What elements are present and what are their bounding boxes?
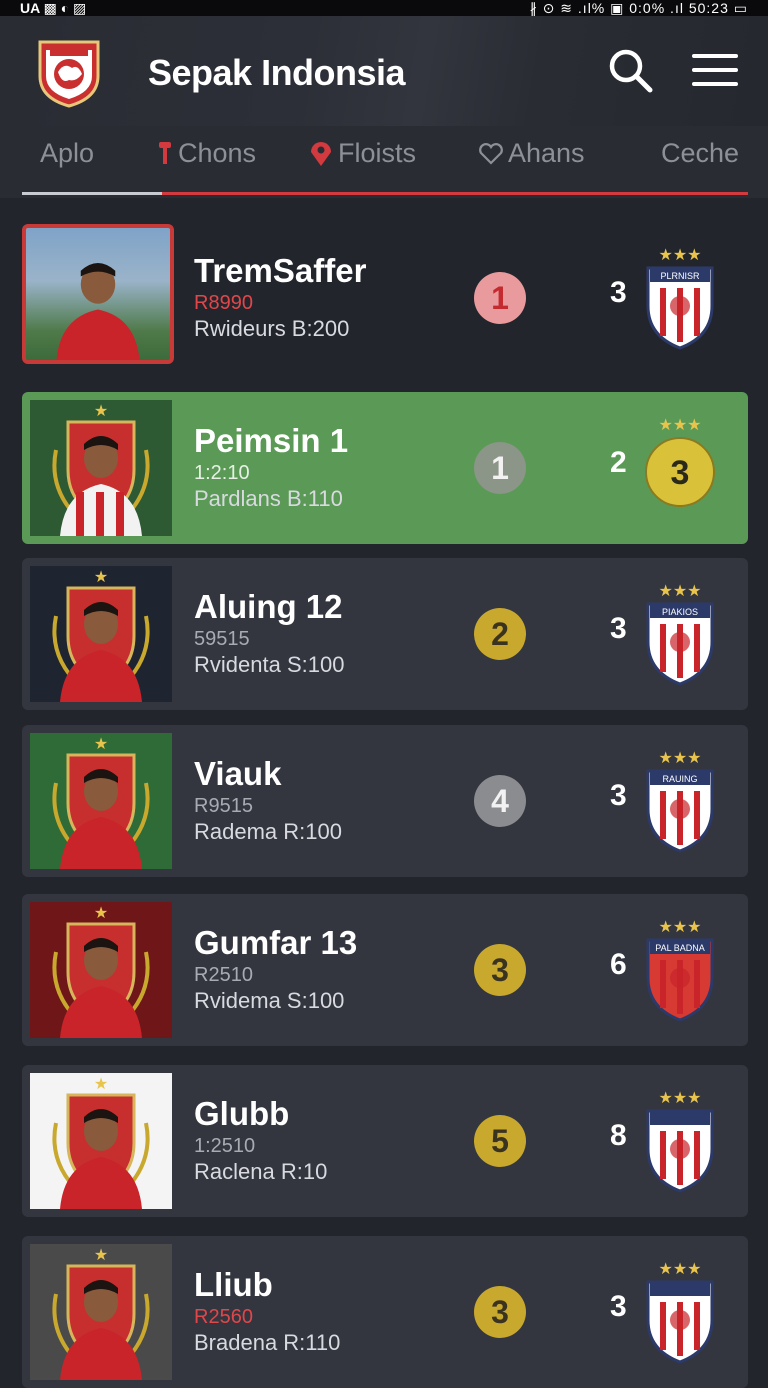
tab-ahans[interactable]: Ahans [478, 138, 585, 169]
player-stats: Rvidema S:100 [194, 988, 345, 1013]
player-code: R8990 [194, 292, 253, 314]
crest-label: RAUING [662, 774, 697, 784]
crest-stars: ★★★ [658, 1261, 701, 1278]
svg-text:★: ★ [94, 569, 108, 586]
crest-label: PLRNISR [660, 271, 700, 281]
player-avatar: ★ [30, 1073, 172, 1209]
player-name: Peimsin 1 [194, 422, 349, 459]
rank-badge: 3 [474, 1286, 526, 1338]
crest-stars: ★★★ [658, 583, 701, 600]
rank-badge: 4 [474, 775, 526, 827]
team-crest-icon: ★★★ RAUING [642, 747, 718, 857]
location-icon [311, 141, 331, 166]
crest-stars: ★★★ [658, 247, 701, 264]
player-row[interactable]: ★ Viauk R9515 Radema R:100 4 3 ★★★ RAUIN… [22, 725, 748, 877]
club-logo-icon [38, 40, 100, 108]
tab-floists[interactable]: Floists [308, 138, 416, 169]
crest-label: PAL BADNA [655, 943, 705, 953]
tab-bar: Aplo Chons Floists Ahans Ceche [0, 126, 768, 198]
tab-label: Ceche [661, 138, 740, 168]
tab-label: Ahans [508, 138, 585, 168]
tab-ceche[interactable]: Ceche [661, 138, 739, 169]
player-code: 59515 [194, 628, 250, 650]
rank-badge: 3 [474, 944, 526, 996]
rank-badge: 5 [474, 1115, 526, 1167]
crest-stars: ★★★ [658, 417, 701, 434]
player-stats: Radema R:100 [194, 819, 342, 844]
hamburger-menu-icon[interactable] [690, 50, 740, 90]
player-name: Glubb [194, 1095, 290, 1132]
player-code: R9515 [194, 795, 253, 817]
player-avatar: ★ [30, 733, 172, 869]
rank-badge: 1 [474, 442, 526, 494]
tab-aplo[interactable]: Aplo [40, 138, 94, 169]
crest-number: 3 [671, 454, 690, 492]
player-stats: Rwideurs B:200 [194, 316, 350, 341]
svg-text:★: ★ [94, 403, 108, 420]
status-bar: UA ▩ ◐ ▨ ∦ ⊙ ≋ .ıl% ▣ 0:0% .ıl 50:23 ▭ [0, 0, 768, 16]
team-crest-icon: ★★★ PIAKIOS [642, 580, 718, 690]
team-crest-icon: ★★★ [642, 1087, 718, 1197]
player-avatar [22, 224, 174, 364]
svg-text:★: ★ [94, 905, 108, 922]
app-header: Sepak Indonsia [0, 16, 768, 126]
player-points: 3 [610, 779, 627, 812]
team-crest-icon: ★★★ 3 [642, 414, 718, 524]
app-title: Sepak Indonsia [148, 52, 406, 93]
player-code: 1:2510 [194, 1135, 256, 1157]
player-points: 3 [610, 612, 627, 645]
player-avatar: ★ [30, 1244, 172, 1380]
player-points: 8 [610, 1119, 627, 1152]
player-name: TremSaffer [194, 252, 367, 289]
player-name: Viauk [194, 755, 282, 792]
player-avatar: ★ [30, 566, 172, 702]
player-stats: Raclena R:10 [194, 1159, 328, 1184]
player-row[interactable]: ★ Glubb 1:2510 Raclena R:10 5 8 ★★★ [22, 1065, 748, 1217]
tab-label: Chons [178, 138, 257, 168]
crest-label: PIAKIOS [662, 607, 698, 617]
player-code: 1:2:10 [194, 462, 250, 484]
crest-stars: ★★★ [658, 1090, 701, 1107]
player-name: Gumfar 13 [194, 924, 358, 961]
heart-icon [479, 142, 503, 165]
player-points: 6 [610, 948, 627, 981]
crest-stars: ★★★ [658, 919, 701, 936]
player-row[interactable]: TremSaffer R8990 Rwideurs B:200 1 3 ★★★ … [22, 222, 748, 374]
player-avatar: ★ [30, 902, 172, 1038]
tab-label: Floists [338, 138, 417, 168]
search-icon[interactable] [606, 46, 654, 94]
team-crest-icon: ★★★ PLRNISR [642, 244, 718, 354]
crest-stars: ★★★ [658, 750, 701, 767]
player-row[interactable]: ★ Aluing 12 59515 Rvidenta S:100 2 3 ★★★ [22, 558, 748, 710]
team-crest-icon: ★★★ PAL BADNA [642, 916, 718, 1026]
status-right: ∦ ⊙ ≋ .ıl% ▣ 0:0% .ıl 50:23 ▭ [529, 0, 748, 16]
player-code: R2560 [194, 1306, 253, 1328]
player-code: R2510 [194, 964, 253, 986]
rank-badge: 2 [474, 608, 526, 660]
tab-label: Aplo [40, 138, 95, 168]
player-row[interactable]: ★ Lliub R2560 Bradena R:110 3 3 ★★★ [22, 1236, 748, 1388]
player-points: 3 [610, 1290, 627, 1323]
player-row[interactable]: ★ Peimsin 1 1:2:10 Pardlans B:110 1 2 ★★… [22, 392, 748, 544]
rank-badge: 1 [474, 272, 526, 324]
player-stats: Rvidenta S:100 [194, 652, 345, 677]
player-name: Lliub [194, 1266, 273, 1303]
tab-active-indicator [22, 192, 162, 195]
svg-text:★: ★ [94, 1247, 108, 1264]
player-points: 2 [610, 446, 627, 479]
player-row[interactable]: ★ Gumfar 13 R2510 Rvidema S:100 3 6 ★★★ [22, 894, 748, 1046]
player-avatar: ★ [30, 400, 172, 536]
player-stats: Bradena R:110 [194, 1330, 341, 1355]
pin-icon [159, 141, 171, 164]
player-name: Aluing 12 [194, 588, 343, 625]
tab-chons[interactable]: Chons [156, 138, 256, 169]
team-crest-icon: ★★★ [642, 1258, 718, 1368]
status-left: UA ▩ ◐ ▨ [20, 0, 87, 16]
player-points: 3 [610, 276, 627, 309]
player-stats: Pardlans B:110 [194, 486, 343, 511]
svg-text:★: ★ [94, 736, 108, 753]
svg-text:★: ★ [94, 1076, 108, 1093]
